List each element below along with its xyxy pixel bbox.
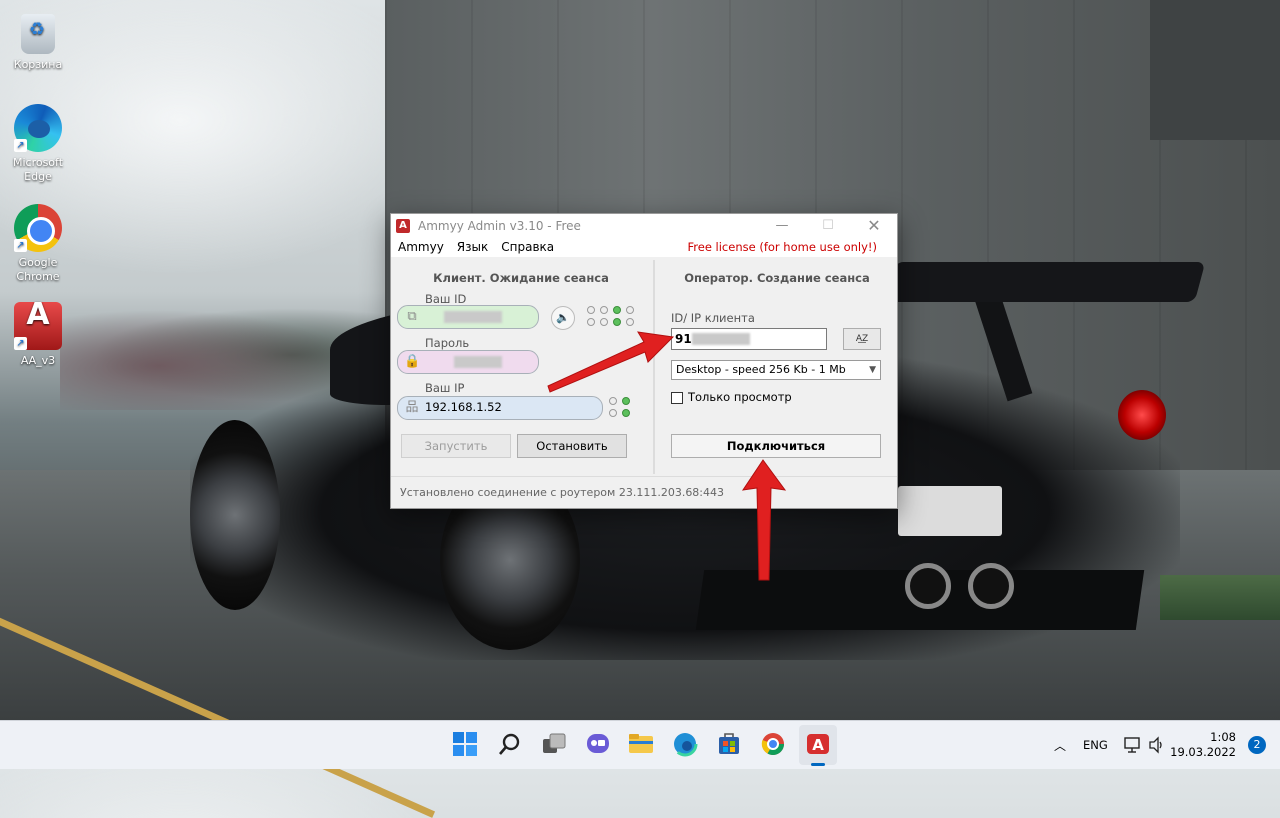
ammyy-admin-icon: ↗ (14, 302, 62, 350)
file-explorer-icon[interactable] (628, 731, 654, 757)
computers-icon: ⧉ (407, 309, 417, 324)
chrome-icon: ↗ (14, 204, 62, 252)
desktop-icon-chrome[interactable]: ↗ Google Chrome (2, 204, 74, 284)
shortcut-arrow-icon: ↗ (14, 139, 27, 152)
network-icon: 品 (405, 400, 419, 415)
speed-selected-value: Desktop - speed 256 Kb - 1 Mb (676, 363, 846, 376)
wallpaper-car-plate (898, 486, 1002, 536)
desktop-icon-label: Google Chrome (16, 256, 60, 283)
volume-icon[interactable] (1148, 736, 1166, 754)
your-ip-value: 192.168.1.52 (425, 400, 502, 414)
your-ip-field[interactable]: 品 192.168.1.52 (397, 396, 603, 420)
wallpaper-car-wing (884, 262, 1206, 302)
client-panel: Клиент. Ожидание сеанса Ваш ID ⧉ 🔈 Парол… (391, 260, 651, 474)
password-label: Пароль (425, 336, 470, 350)
teams-chat-icon[interactable] (585, 731, 611, 757)
lock-icon: 🔒 (404, 354, 421, 369)
close-button[interactable]: ✕ (851, 214, 897, 237)
your-id-value-redacted (444, 311, 502, 323)
desktop-icon-label: Корзина (13, 58, 63, 71)
shortcut-arrow-icon: ↗ (14, 239, 27, 252)
client-panel-title: Клиент. Ожидание сеанса (433, 271, 609, 285)
wallpaper-car-front-wheel (190, 420, 280, 610)
ammyy-app-icon: A (396, 218, 410, 233)
wallpaper-car-exhaust (905, 563, 951, 609)
edge-taskbar-icon[interactable] (672, 731, 698, 757)
ammyy-admin-window: A Ammyy Admin v3.10 - Free — ☐ ✕ Ammyy Я… (390, 213, 898, 509)
your-ip-label: Ваш IP (425, 381, 465, 395)
wallpaper-car-exhaust (968, 563, 1014, 609)
status-text: Установлено соединение с роутером 23.111… (400, 486, 725, 499)
view-only-checkbox[interactable] (671, 392, 683, 404)
speaker-icon[interactable]: 🔈 (551, 306, 575, 330)
desktop-icon-label: Microsoft Edge (12, 156, 64, 183)
menu-language[interactable]: Язык (457, 240, 488, 254)
password-field[interactable]: 🔒 (397, 350, 539, 374)
address-book-button[interactable]: A͟Z (843, 328, 881, 350)
speed-select[interactable]: Desktop - speed 256 Kb - 1 Mb ▼ (671, 360, 881, 380)
client-id-label: ID/ IP клиента (671, 311, 755, 325)
stop-button[interactable]: Остановить (517, 434, 627, 458)
connect-button[interactable]: Подключиться (671, 434, 881, 458)
taskbar: A ︿ ENG 1:08 19.03.2022 2 (0, 720, 1280, 769)
clock-date: 19.03.2022 (1170, 745, 1236, 759)
password-value-redacted (454, 356, 502, 368)
clock[interactable]: 1:08 19.03.2022 (1170, 730, 1236, 760)
main-panels: Клиент. Ожидание сеанса Ваш ID ⧉ 🔈 Парол… (391, 260, 897, 474)
language-indicator[interactable]: ENG (1083, 738, 1108, 786)
client-id-value-redacted (692, 333, 750, 345)
chrome-taskbar-icon[interactable] (760, 731, 786, 757)
task-view-icon[interactable] (541, 731, 567, 757)
microsoft-store-icon[interactable] (716, 731, 742, 757)
notification-badge[interactable]: 2 (1248, 736, 1266, 754)
status-bar: Установлено соединение с роутером 23.111… (391, 476, 897, 509)
clock-time: 1:08 (1210, 730, 1236, 744)
recycle-bin-icon (21, 14, 55, 54)
operator-panel: Оператор. Создание сеанса ID/ IP клиента… (653, 260, 899, 474)
address-book-icon: A͟Z (855, 334, 869, 344)
wallpaper-wall-top (1150, 0, 1280, 140)
chevron-down-icon: ▼ (869, 365, 876, 375)
annotation-arrow-up (741, 459, 787, 581)
desktop-icon-label: AA_v3 (20, 354, 56, 367)
wallpaper-car-taillight (1118, 390, 1166, 440)
license-notice: Free license (for home use only!) (687, 240, 877, 254)
active-app-indicator (811, 763, 825, 766)
minimize-button[interactable]: — (759, 214, 805, 237)
start-button: Запустить (401, 434, 511, 458)
maximize-button: ☐ (822, 218, 834, 233)
client-id-value: 91 (675, 332, 692, 346)
annotation-arrow-right (547, 331, 675, 393)
title-bar[interactable]: A Ammyy Admin v3.10 - Free — ☐ ✕ (391, 214, 897, 237)
ammyy-admin-taskbar-icon[interactable]: A (805, 731, 831, 757)
your-id-field[interactable]: ⧉ (397, 305, 539, 329)
network-tray-icon[interactable] (1124, 736, 1142, 754)
search-icon[interactable] (497, 731, 523, 757)
menu-help[interactable]: Справка (501, 240, 554, 254)
edge-icon: ↗ (14, 104, 62, 152)
menu-ammyy[interactable]: Ammyy (398, 240, 444, 254)
operator-panel-title: Оператор. Создание сеанса (684, 271, 870, 285)
show-hidden-icons-icon[interactable]: ︿ (1054, 737, 1066, 785)
desktop-icon-recycle-bin[interactable]: Корзина (2, 8, 74, 72)
menu-bar: Ammyy Язык Справка Free license (for hom… (391, 237, 897, 257)
start-icon[interactable] (452, 731, 478, 757)
desktop-icon-aa-v3[interactable]: ↗ AA_v3 (2, 302, 74, 368)
view-only-label[interactable]: Только просмотр (688, 390, 792, 404)
your-id-label: Ваш ID (425, 292, 467, 306)
shortcut-arrow-icon: ↗ (14, 337, 27, 350)
desktop-icon-edge[interactable]: ↗ Microsoft Edge (2, 104, 74, 184)
client-id-input[interactable]: 91 (671, 328, 827, 350)
window-title: Ammyy Admin v3.10 - Free (418, 218, 581, 233)
svg-text:A: A (812, 736, 824, 754)
